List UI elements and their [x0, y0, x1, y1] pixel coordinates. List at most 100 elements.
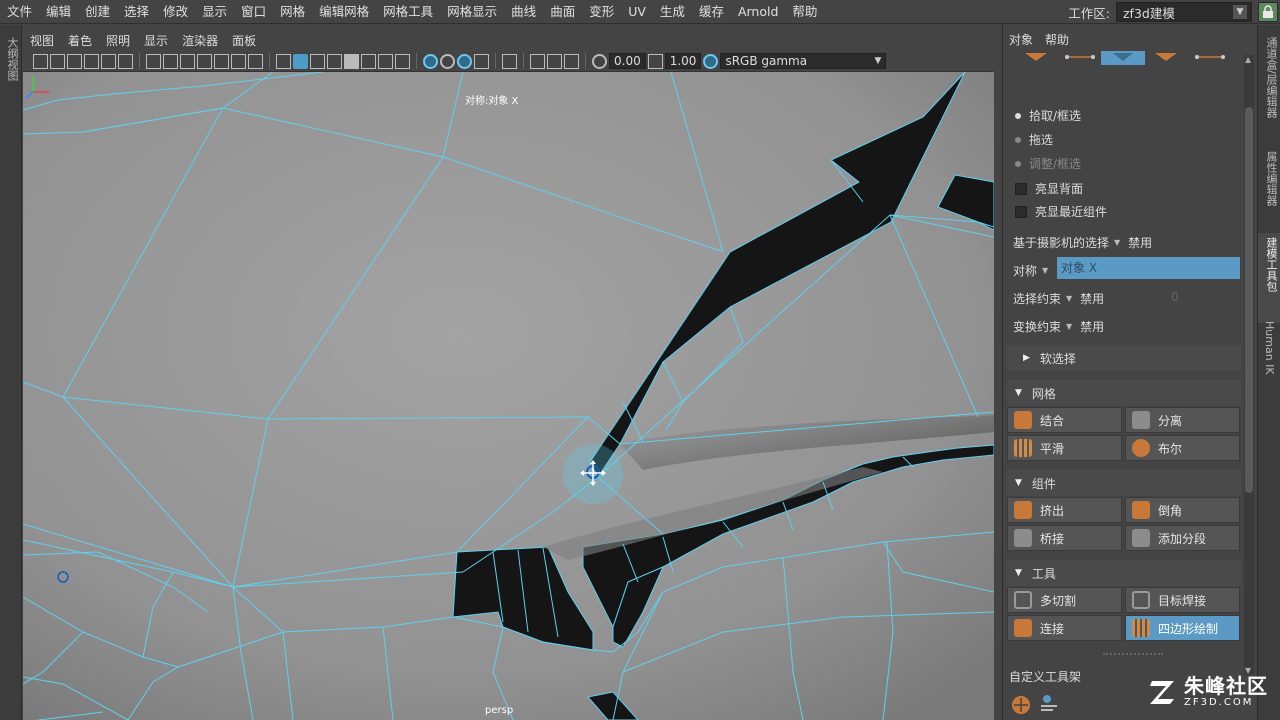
select-camera-icon[interactable]: [33, 53, 48, 69]
shelf-icons[interactable]: [1009, 693, 1079, 717]
smooth-shade-icon[interactable]: [293, 53, 308, 69]
outliner-tab[interactable]: 大纲视图: [4, 37, 20, 81]
combine-button[interactable]: 结合: [1007, 407, 1122, 433]
frame-selection-icon[interactable]: [547, 53, 562, 69]
3d-viewport[interactable]: 对称:对象 X persp: [23, 72, 994, 720]
xray-joints-icon[interactable]: [457, 53, 472, 69]
2d-pan-zoom-icon[interactable]: [101, 53, 116, 69]
radio-drag[interactable]: 拖选: [1015, 131, 1053, 148]
select-tool-icon[interactable]: [502, 53, 517, 69]
target-weld-button[interactable]: 目标焊接: [1125, 587, 1240, 613]
vp-menu-panels[interactable]: 面板: [225, 32, 263, 49]
frame-all-icon[interactable]: [530, 53, 545, 69]
channel-box-tab[interactable]: 通道盒/层编辑器: [1263, 37, 1279, 118]
menu-cache[interactable]: 缓存: [692, 1, 731, 23]
gamma-field[interactable]: 1.00: [664, 53, 702, 69]
boolean-button[interactable]: 布尔: [1125, 435, 1240, 461]
image-plane-icon[interactable]: [84, 53, 99, 69]
quad-draw-button[interactable]: 四边形绘制: [1125, 615, 1240, 641]
select-constraint[interactable]: 选择约束 ▼ 禁用: [1013, 290, 1104, 307]
menu-create[interactable]: 创建: [78, 1, 117, 23]
menu-generate[interactable]: 生成: [653, 1, 692, 23]
menu-curves[interactable]: 曲线: [504, 1, 543, 23]
manipulator-cursor[interactable]: [563, 444, 623, 504]
panel-menu-help[interactable]: 帮助: [1039, 31, 1075, 48]
vp-menu-renderer[interactable]: 渲染器: [175, 32, 225, 49]
symmetry-field[interactable]: 对象 X: [1057, 257, 1240, 279]
checkbox[interactable]: [1015, 182, 1027, 195]
menu-select[interactable]: 选择: [117, 1, 156, 23]
component-mode-icons[interactable]: [1021, 51, 1231, 65]
panel-menu-object[interactable]: 对象: [1003, 31, 1039, 48]
fit-view-icon[interactable]: [564, 53, 579, 69]
shadows-icon[interactable]: [361, 53, 376, 69]
scroll-up-icon[interactable]: ▲: [1245, 55, 1251, 64]
soft-select-header[interactable]: ▶ 软选择: [1007, 345, 1241, 371]
vp-menu-lighting[interactable]: 照明: [99, 32, 137, 49]
gate-mask-icon[interactable]: [197, 53, 212, 69]
xray-icon[interactable]: [440, 53, 455, 69]
connect-button[interactable]: 连接: [1007, 615, 1122, 641]
shelf-splitter[interactable]: [1103, 653, 1163, 655]
xray-components-icon[interactable]: [474, 53, 489, 69]
radio-tweak-marquee[interactable]: 调整/框选: [1015, 155, 1081, 172]
motion-blur-icon[interactable]: [395, 53, 410, 69]
checkbox[interactable]: [1015, 205, 1027, 218]
grease-pencil-icon[interactable]: [118, 53, 133, 69]
menu-mesh[interactable]: 网格: [273, 1, 312, 23]
menu-file[interactable]: 文件: [0, 1, 39, 23]
symmetry-option[interactable]: 对称 ▼: [1013, 262, 1056, 279]
film-gate-icon[interactable]: [163, 53, 178, 69]
modeling-toolkit-tab[interactable]: 建模工具包: [1263, 237, 1279, 292]
camera-based-selection[interactable]: 基于摄影机的选择 ▼ 禁用: [1013, 234, 1152, 251]
menu-modify[interactable]: 修改: [156, 1, 195, 23]
exposure-icon[interactable]: [592, 53, 607, 69]
lights-icon[interactable]: [344, 53, 359, 69]
wireframe-icon[interactable]: [276, 53, 291, 69]
bevel-button[interactable]: 倒角: [1125, 497, 1240, 523]
menu-edit-mesh[interactable]: 编辑网格: [312, 1, 376, 23]
separate-button[interactable]: 分离: [1125, 407, 1240, 433]
radio-pick-marquee[interactable]: 拾取/框选: [1015, 107, 1081, 124]
smooth-button[interactable]: 平滑: [1007, 435, 1122, 461]
tools-section-header[interactable]: ▼ 工具: [1007, 560, 1241, 586]
menu-help[interactable]: 帮助: [785, 1, 824, 23]
isolate-select-icon[interactable]: [423, 53, 438, 69]
vp-menu-shading[interactable]: 着色: [61, 32, 99, 49]
menu-window[interactable]: 窗口: [234, 1, 273, 23]
check-highlight-nearest[interactable]: 亮显最近组件: [1015, 203, 1107, 220]
vp-menu-view[interactable]: 视图: [23, 32, 61, 49]
menu-deform[interactable]: 变形: [582, 1, 621, 23]
components-section-header[interactable]: ▼ 组件: [1007, 470, 1241, 496]
camera-attributes-icon[interactable]: [50, 53, 65, 69]
workspace-dropdown[interactable]: zf3d建模 ▼: [1116, 2, 1252, 22]
gamma-icon[interactable]: [647, 53, 663, 69]
bookmark-icon[interactable]: [67, 53, 82, 69]
add-divisions-button[interactable]: 添加分段: [1125, 525, 1240, 551]
color-management-icon[interactable]: [703, 53, 719, 69]
check-highlight-backfaces[interactable]: 亮显背面: [1015, 180, 1083, 197]
menu-surfaces[interactable]: 曲面: [543, 1, 582, 23]
menu-uv[interactable]: UV: [621, 1, 653, 23]
menu-mesh-tools[interactable]: 网格工具: [376, 1, 440, 23]
safe-action-icon[interactable]: [231, 53, 246, 69]
lock-icon[interactable]: [1258, 2, 1278, 22]
scrollbar-thumb[interactable]: [1245, 107, 1253, 493]
wireframe-on-shaded-icon[interactable]: [310, 53, 325, 69]
bridge-button[interactable]: 桥接: [1007, 525, 1122, 551]
ambient-occlusion-icon[interactable]: [378, 53, 393, 69]
menu-arnold[interactable]: Arnold: [731, 1, 785, 23]
panel-scrollbar[interactable]: ▲ ▼: [1244, 55, 1254, 675]
multi-cut-button[interactable]: 多切割: [1007, 587, 1122, 613]
menu-mesh-display[interactable]: 网格显示: [440, 1, 504, 23]
exposure-field[interactable]: 0.00: [609, 53, 646, 69]
mesh-section-header[interactable]: ▼ 网格: [1007, 380, 1241, 406]
extrude-button[interactable]: 挤出: [1007, 497, 1122, 523]
field-chart-icon[interactable]: [214, 53, 229, 69]
menu-edit[interactable]: 编辑: [39, 1, 78, 23]
textured-icon[interactable]: [327, 53, 342, 69]
transform-constraint[interactable]: 变换约束 ▼ 禁用: [1013, 318, 1104, 335]
human-ik-tab[interactable]: Human IK: [1263, 321, 1276, 375]
menu-display[interactable]: 显示: [195, 1, 234, 23]
attribute-editor-tab[interactable]: 属性编辑器: [1263, 151, 1279, 206]
